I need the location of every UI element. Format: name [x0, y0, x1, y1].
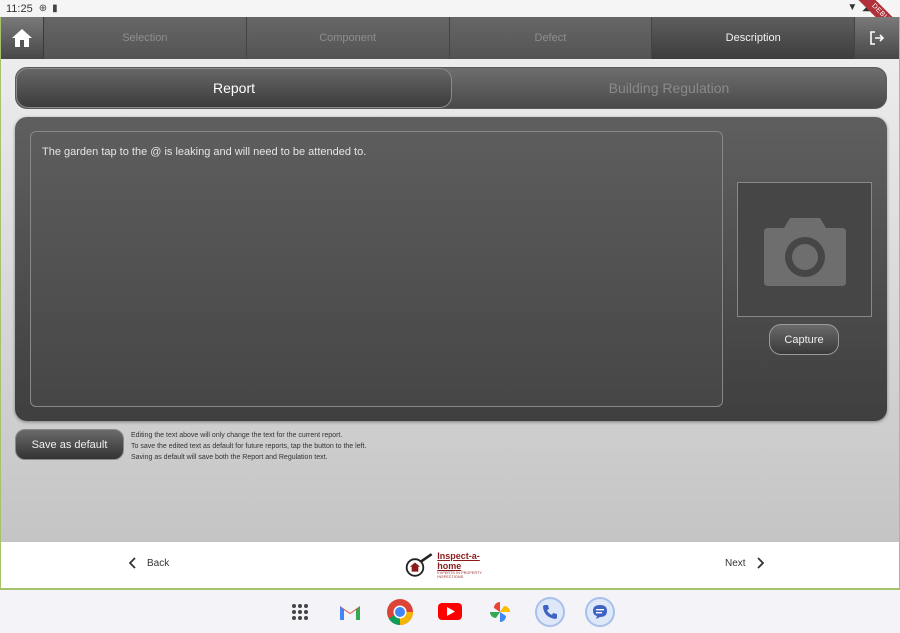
- save-as-default-button[interactable]: Save as default: [15, 429, 124, 460]
- report-text-input[interactable]: The garden tap to the @ is leaking and w…: [30, 131, 723, 407]
- status-time: 11:25: [6, 2, 33, 15]
- app-window: 11:25 ⊕ ▮ ▼ ◢ DEBUG Selection Component …: [0, 0, 900, 633]
- next-button[interactable]: Next: [725, 557, 764, 569]
- brand-logo: Inspect-a-home EXPERTS IN PROPERTY INSPE…: [405, 550, 497, 580]
- sim-icon: ▮: [52, 2, 58, 14]
- top-tab-bar: Selection Component Defect Description: [1, 17, 900, 59]
- logout-button[interactable]: [855, 17, 900, 59]
- vpn-icon: ⊕: [38, 2, 48, 14]
- help-line: To save the edited text as default for f…: [131, 443, 367, 450]
- magnifier-house-icon: [405, 553, 433, 577]
- help-line: Saving as default will save both the Rep…: [131, 454, 328, 461]
- logo-text: Inspect-a-home EXPERTS IN PROPERTY INSPE…: [437, 551, 497, 579]
- logout-icon: [870, 31, 885, 45]
- next-label: Next: [725, 557, 746, 569]
- phone-icon[interactable]: [535, 596, 565, 627]
- logo-tagline: EXPERTS IN PROPERTY INSPECTIONS: [437, 571, 482, 579]
- help-line: Editing the text above will only change …: [131, 432, 343, 439]
- back-label: Back: [147, 557, 170, 569]
- app-drawer-icon[interactable]: [285, 597, 315, 627]
- photo-preview[interactable]: [737, 182, 872, 317]
- chevron-right-icon: [756, 557, 764, 569]
- report-regulation-toggle: Report Building Regulation: [15, 67, 887, 109]
- report-panel: The garden tap to the @ is leaking and w…: [15, 117, 887, 421]
- gmail-icon[interactable]: [335, 597, 365, 627]
- camera-icon: [763, 217, 846, 286]
- app-dock: [0, 590, 900, 633]
- back-button[interactable]: Back: [129, 557, 169, 569]
- logo-name: Inspect-a-home: [437, 551, 480, 571]
- main-area: Selection Component Defect Description R…: [0, 17, 900, 542]
- wifi-icon: ▼: [847, 2, 858, 13]
- youtube-icon[interactable]: [435, 597, 465, 627]
- photos-icon[interactable]: [485, 597, 515, 627]
- segment-report[interactable]: Report: [16, 68, 452, 108]
- home-icon: [11, 29, 32, 47]
- segment-building-regulation[interactable]: Building Regulation: [452, 68, 886, 108]
- status-bar: 11:25 ⊕ ▮ ▼ ◢ DEBUG: [0, 0, 900, 48]
- bottom-navigation: Back Inspect-a-home EXPERTS IN PROPERTY …: [0, 542, 900, 590]
- tab-component[interactable]: Component: [246, 17, 450, 59]
- capture-button[interactable]: Capture: [769, 324, 839, 355]
- chevron-left-icon: [129, 557, 136, 569]
- save-help-text: Editing the text above will only change …: [131, 430, 366, 463]
- chrome-icon[interactable]: [385, 597, 415, 627]
- messages-icon[interactable]: [585, 596, 615, 627]
- home-button[interactable]: [1, 17, 44, 59]
- tab-selection[interactable]: Selection: [43, 17, 247, 59]
- tab-defect[interactable]: Defect: [449, 17, 653, 59]
- tab-description[interactable]: Description: [652, 17, 856, 59]
